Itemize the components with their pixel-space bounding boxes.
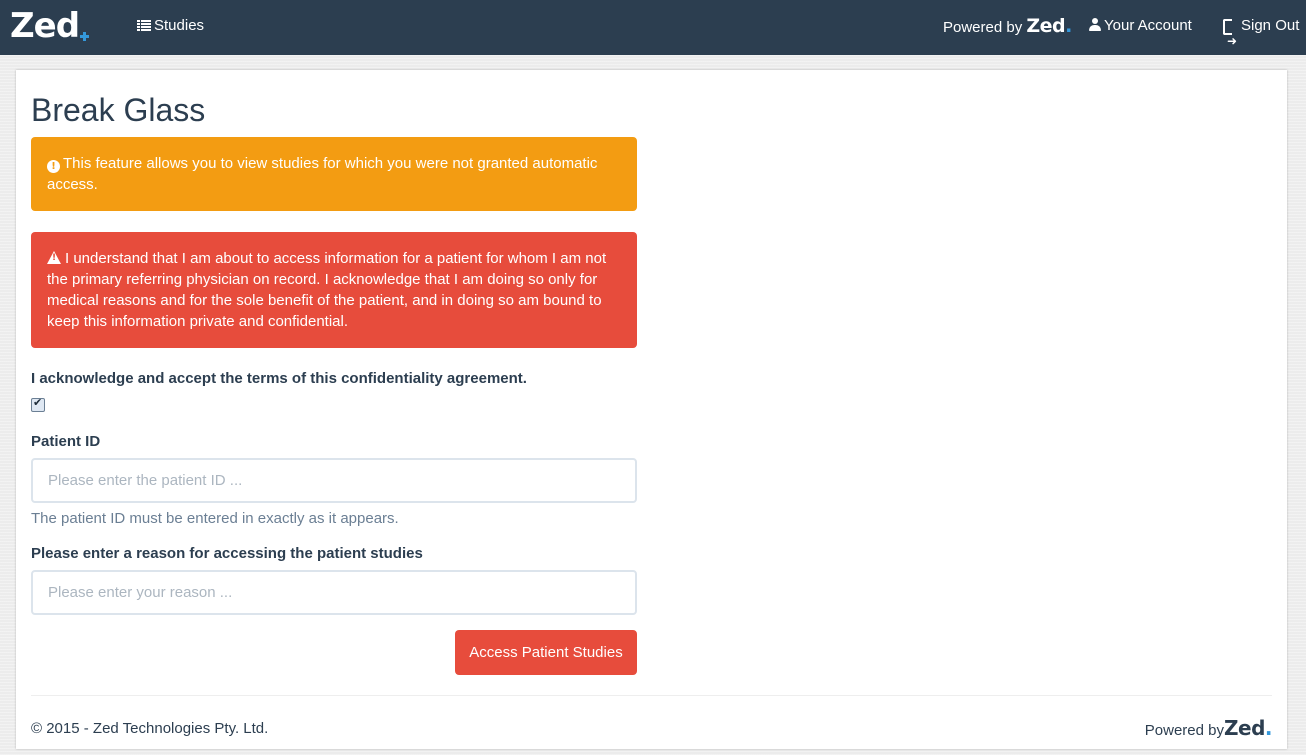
- nav-studies-link[interactable]: Studies: [137, 0, 204, 55]
- powered-by-brand: Zed: [1026, 15, 1066, 37]
- nav-studies-label: Studies: [154, 17, 205, 34]
- footer-divider: [31, 695, 1272, 696]
- powered-by-logo: Zed.: [1026, 15, 1072, 37]
- user-icon: [1089, 18, 1101, 31]
- warning-triangle-icon: [47, 251, 61, 264]
- patient-id-help: The patient ID must be entered in exactl…: [31, 510, 399, 527]
- danger-alert-text: I understand that I am about to access i…: [47, 250, 607, 330]
- top-navbar: Zed Studies Powered by Zed. Your Account…: [0, 0, 1306, 67]
- footer-powered-by: Powered byZed.: [1144, 716, 1273, 740]
- patient-id-input[interactable]: [31, 458, 637, 503]
- danger-alert: I understand that I am about to access i…: [31, 232, 637, 348]
- patient-id-label: Patient ID: [31, 433, 101, 450]
- reason-input[interactable]: [31, 570, 637, 615]
- reason-label: Please enter a reason for accessing the …: [31, 545, 423, 562]
- footer-powered-by-label: Powered by: [1144, 722, 1224, 739]
- nav-powered-by: Powered by Zed.: [943, 0, 1072, 55]
- page-title: Break Glass: [31, 92, 206, 128]
- warning-alert: ! This feature allows you to view studies…: [31, 137, 637, 211]
- nav-account-label: Your Account: [1104, 17, 1192, 34]
- nav-signout-link[interactable]: Sign Out: [1223, 0, 1300, 67]
- footer-powered-by-logo: Zed.: [1224, 716, 1273, 740]
- brand-name: Zed: [10, 6, 80, 46]
- footer-powered-by-brand: Zed: [1224, 716, 1265, 740]
- main-panel: Break Glass ! This feature allows you to …: [16, 70, 1287, 749]
- brand-plus-icon: [80, 32, 90, 41]
- nav-account-link[interactable]: Your Account: [1089, 0, 1192, 55]
- ack-checkbox[interactable]: [31, 396, 45, 412]
- list-icon: [137, 20, 151, 31]
- access-patient-studies-button[interactable]: Access Patient Studies: [455, 630, 637, 675]
- ack-label: I acknowledge and accept the terms of th…: [31, 370, 527, 387]
- footer-copyright: © 2015 - Zed Technologies Pty. Ltd.: [31, 720, 269, 737]
- powered-by-dot: .: [1065, 15, 1072, 37]
- powered-by-label: Powered by: [943, 19, 1023, 36]
- exclamation-circle-icon: !: [47, 160, 60, 173]
- sign-out-icon: [1223, 15, 1237, 67]
- brand-logo[interactable]: Zed: [10, 6, 90, 46]
- warning-alert-text: This feature allows you to view studies …: [47, 155, 598, 193]
- nav-signout-label: Sign Out: [1241, 17, 1300, 34]
- footer-powered-by-dot: .: [1264, 716, 1273, 740]
